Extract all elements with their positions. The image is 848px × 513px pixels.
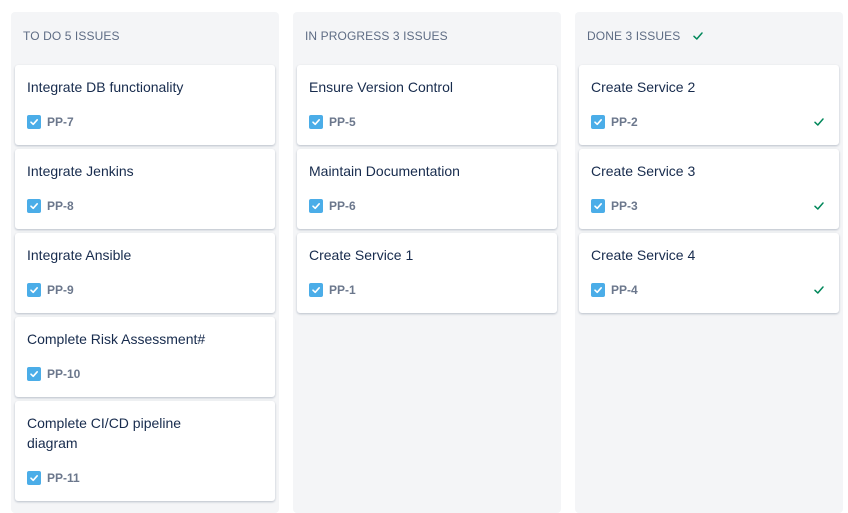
issue-key[interactable]: PP-8 — [47, 199, 74, 213]
task-checkbox-icon — [309, 283, 323, 297]
issue-card[interactable]: Complete Risk Assessment# PP-10 — [15, 317, 275, 397]
issue-title: Create Service 4 — [591, 247, 696, 263]
issue-key[interactable]: PP-4 — [611, 283, 638, 297]
check-icon — [692, 30, 704, 42]
issue-key[interactable]: PP-3 — [611, 199, 638, 213]
issue-card[interactable]: Maintain Documentation PP-6 — [297, 149, 557, 229]
issue-card[interactable]: Integrate Jenkins PP-8 — [15, 149, 275, 229]
column-name: TO DO — [23, 29, 62, 43]
task-checkbox-icon — [309, 199, 323, 213]
issue-key[interactable]: PP-6 — [329, 199, 356, 213]
task-checkbox-icon — [27, 199, 41, 213]
issue-card[interactable]: Create Service 3 PP-3 — [579, 149, 839, 229]
issue-footer: PP-11 — [27, 471, 80, 485]
issue-title: Complete Risk Assessment# — [27, 331, 206, 347]
kanban-board: TO DO 5 ISSUES Integrate DB functionalit… — [0, 0, 848, 513]
issue-title: Integrate Ansible — [27, 247, 132, 263]
task-checkbox-icon — [27, 471, 41, 485]
issue-card[interactable]: Complete CI/CD pipeline diagram PP-11 — [15, 401, 275, 501]
task-checkbox-icon — [309, 115, 323, 129]
check-icon — [813, 115, 825, 127]
issue-footer: PP-10 — [27, 367, 80, 381]
check-icon — [813, 199, 825, 211]
issue-footer: PP-8 — [27, 199, 74, 213]
issue-key[interactable]: PP-7 — [47, 115, 74, 129]
issue-key[interactable]: PP-10 — [47, 367, 80, 381]
column-issue-count: 3 ISSUES — [392, 29, 448, 43]
task-checkbox-icon — [591, 283, 605, 297]
task-checkbox-icon — [591, 115, 605, 129]
column-issue-count: 5 ISSUES — [64, 29, 120, 43]
column-header-todo: TO DO 5 ISSUES — [23, 29, 120, 43]
issue-card[interactable]: Integrate Ansible PP-9 — [15, 233, 275, 313]
issue-card[interactable]: Create Service 1 PP-1 — [297, 233, 557, 313]
issue-key[interactable]: PP-2 — [611, 115, 638, 129]
column-header-done: DONE 3 ISSUES — [587, 29, 704, 43]
task-checkbox-icon — [27, 367, 41, 381]
column-todo: TO DO 5 ISSUES Integrate DB functionalit… — [11, 12, 279, 513]
column-header-in-progress: IN PROGRESS 3 ISSUES — [305, 29, 448, 43]
issue-title: Ensure Version Control — [309, 79, 453, 95]
issue-card[interactable]: Create Service 2 PP-2 — [579, 65, 839, 145]
issue-key[interactable]: PP-11 — [47, 471, 80, 485]
issue-title: Maintain Documentation — [309, 163, 460, 179]
issue-footer: PP-6 — [309, 199, 356, 213]
task-checkbox-icon — [27, 115, 41, 129]
issue-footer: PP-3 — [591, 199, 638, 213]
issue-title: Create Service 2 — [591, 79, 696, 95]
column-issue-count: 3 ISSUES — [625, 29, 681, 43]
issue-footer: PP-7 — [27, 115, 74, 129]
column-done: DONE 3 ISSUES Create Service 2 PP-2 Crea… — [575, 12, 843, 513]
issue-card[interactable]: Create Service 4 PP-4 — [579, 233, 839, 313]
check-icon — [813, 283, 825, 295]
issue-title: Create Service 3 — [591, 163, 696, 179]
issue-footer: PP-5 — [309, 115, 356, 129]
issue-footer: PP-1 — [309, 283, 356, 297]
issue-title: Create Service 1 — [309, 247, 414, 263]
issue-card[interactable]: Integrate DB functionality PP-7 — [15, 65, 275, 145]
issue-title: Integrate DB functionality — [27, 79, 184, 95]
issue-footer: PP-2 — [591, 115, 638, 129]
column-name: DONE — [587, 29, 623, 43]
task-checkbox-icon — [27, 283, 41, 297]
issue-title: Complete CI/CD pipeline diagram — [27, 415, 182, 451]
column-name: IN PROGRESS — [305, 29, 390, 43]
issue-key[interactable]: PP-9 — [47, 283, 74, 297]
issue-key[interactable]: PP-5 — [329, 115, 356, 129]
issue-footer: PP-9 — [27, 283, 74, 297]
issue-key[interactable]: PP-1 — [329, 283, 356, 297]
issue-title: Integrate Jenkins — [27, 163, 134, 179]
issue-card[interactable]: Ensure Version Control PP-5 — [297, 65, 557, 145]
column-in-progress: IN PROGRESS 3 ISSUES Ensure Version Cont… — [293, 12, 561, 513]
task-checkbox-icon — [591, 199, 605, 213]
issue-footer: PP-4 — [591, 283, 638, 297]
